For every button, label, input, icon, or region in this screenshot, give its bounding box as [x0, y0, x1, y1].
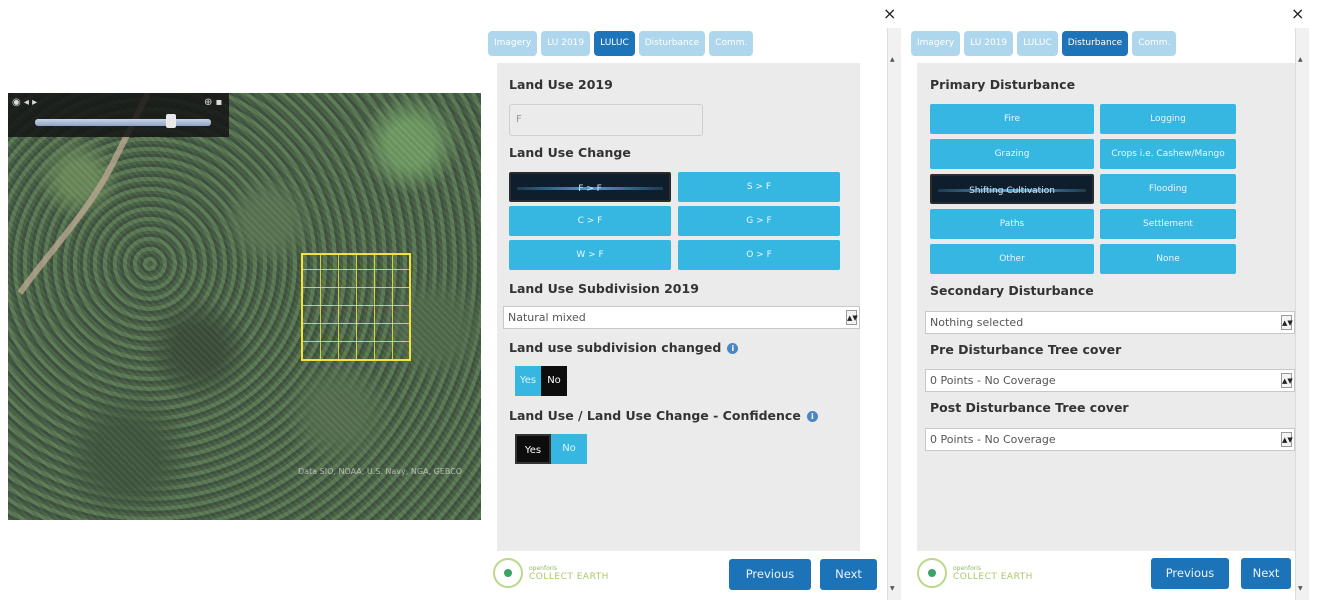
land-use-change-label: Land Use Change [509, 145, 631, 160]
close-icon[interactable]: × [1291, 4, 1304, 23]
dropdown-arrow-icon[interactable]: ▲▼ [1281, 432, 1293, 447]
dropdown-arrow-icon[interactable]: ▲▼ [1281, 315, 1293, 330]
secondary-disturbance-value: Nothing selected [930, 316, 1024, 329]
openforis-logo-icon [917, 558, 947, 588]
subdivision-changed-label: Land use subdivision changed i [509, 340, 739, 355]
map-navigation-control[interactable]: ◉ ◂ ▸ ⊕ ▪ [8, 93, 229, 137]
luc-option-f-f[interactable]: F > F [509, 172, 671, 202]
confidence-yes[interactable]: Yes [515, 434, 551, 464]
info-icon[interactable]: i [806, 411, 818, 422]
land-use-2019-label: Land Use 2019 [509, 77, 613, 92]
scroll-up-icon[interactable]: ▲ [890, 56, 895, 63]
disturbance-none[interactable]: None [1100, 244, 1236, 274]
disturbance-fire[interactable]: Fire [930, 104, 1094, 134]
zoom-icon[interactable]: ⊕ ▪ [204, 97, 222, 108]
land-use-2019-field[interactable]: F [509, 104, 703, 136]
post-tree-cover-label: Post Disturbance Tree cover [930, 400, 1129, 415]
close-icon[interactable]: × [883, 4, 896, 23]
tab-luluc[interactable]: LULUC [594, 31, 635, 56]
tab-comments[interactable]: Comm. [709, 31, 754, 56]
scroll-down-icon[interactable]: ▼ [1298, 585, 1303, 592]
zoom-slider-handle[interactable] [166, 114, 176, 128]
tab-bar: Imagery LU 2019 LULUC Disturbance Comm. [488, 31, 754, 56]
secondary-disturbance-label: Secondary Disturbance [930, 283, 1094, 298]
disturbance-flooding[interactable]: Flooding [1100, 174, 1236, 204]
tab-luluc[interactable]: LULUC [1017, 31, 1058, 56]
info-icon[interactable]: i [727, 343, 739, 354]
pre-tree-cover-label: Pre Disturbance Tree cover [930, 342, 1122, 357]
confidence-no[interactable]: No [551, 434, 587, 464]
dropdown-arrow-icon[interactable]: ▲▼ [1281, 373, 1293, 388]
secondary-disturbance-select[interactable]: Nothing selected ▲▼ [925, 311, 1295, 334]
subdivision-label: Land Use Subdivision 2019 [509, 281, 699, 296]
dropdown-arrow-icon[interactable]: ▲▼ [846, 310, 858, 325]
tab-imagery[interactable]: Imagery [911, 31, 961, 56]
luc-option-g-f[interactable]: G > F [678, 206, 840, 236]
tab-bar: Imagery LU 2019 LULUC Disturbance Comm. [911, 31, 1177, 56]
disturbance-other[interactable]: Other [930, 244, 1094, 274]
subdivision-changed-yes[interactable]: Yes [515, 366, 541, 396]
luc-option-w-f[interactable]: W > F [509, 240, 671, 270]
scrollbar[interactable]: ▲ ▼ [1295, 28, 1309, 600]
map-attribution: Data SIO, NOAA, U.S. Navy, NGA, GEBCO [298, 467, 463, 476]
scroll-down-icon[interactable]: ▼ [890, 585, 895, 592]
tab-disturbance[interactable]: Disturbance [1061, 31, 1129, 56]
next-button[interactable]: Next [1241, 558, 1291, 589]
scroll-up-icon[interactable]: ▲ [1298, 56, 1303, 63]
disturbance-logging[interactable]: Logging [1100, 104, 1236, 134]
logo-line1: openforis [953, 564, 982, 572]
post-tree-cover-value: 0 Points - No Coverage [930, 433, 1056, 446]
luluc-panel: × Imagery LU 2019 LULUC Disturbance Comm… [483, 0, 903, 606]
tab-disturbance[interactable]: Disturbance [638, 31, 706, 56]
luc-option-s-f[interactable]: S > F [678, 172, 840, 202]
openforis-logo-icon [493, 558, 523, 588]
tab-lu-2019[interactable]: LU 2019 [541, 31, 591, 56]
pre-tree-cover-value: 0 Points - No Coverage [930, 374, 1056, 387]
primary-disturbance-label: Primary Disturbance [930, 77, 1076, 92]
subdivision-select[interactable]: Natural mixed ▲▼ [503, 306, 860, 329]
disturbance-shifting-cultivation[interactable]: Shifting Cultivation [930, 174, 1094, 204]
post-tree-cover-select[interactable]: 0 Points - No Coverage ▲▼ [925, 428, 1295, 451]
disturbance-panel: × Imagery LU 2019 LULUC Disturbance Comm… [903, 0, 1315, 606]
map-nav-icon[interactable]: ◉ ◂ ▸ [12, 97, 37, 108]
logo-line2: COLLECT EARTH [529, 571, 609, 582]
logo-line2: COLLECT EARTH [953, 571, 1033, 582]
zoom-slider[interactable] [35, 119, 211, 126]
logo-line1: openforis [529, 564, 558, 572]
disturbance-paths[interactable]: Paths [930, 209, 1094, 239]
tab-lu-2019[interactable]: LU 2019 [964, 31, 1014, 56]
satellite-map[interactable]: ◉ ◂ ▸ ⊕ ▪ Data SIO, NOAA, U.S. Navy, NGA… [8, 93, 481, 520]
subdivision-value: Natural mixed [508, 311, 586, 324]
disturbance-settlement[interactable]: Settlement [1100, 209, 1236, 239]
form-body: Primary Disturbance Fire Logging Grazing… [917, 63, 1295, 551]
luc-option-c-f[interactable]: C > F [509, 206, 671, 236]
form-body: Land Use 2019 F Land Use Change F > F S … [497, 63, 860, 551]
disturbance-grazing[interactable]: Grazing [930, 139, 1094, 169]
collect-earth-logo: openforis COLLECT EARTH [917, 558, 1033, 588]
disturbance-crops[interactable]: Crops i.e. Cashew/Mango [1100, 139, 1236, 169]
previous-button[interactable]: Previous [1151, 558, 1229, 589]
next-button[interactable]: Next [820, 559, 877, 590]
luc-option-o-f[interactable]: O > F [678, 240, 840, 270]
subdivision-changed-no[interactable]: No [541, 366, 567, 396]
previous-button[interactable]: Previous [729, 559, 811, 590]
confidence-label: Land Use / Land Use Change - Confidence i [509, 408, 818, 423]
pre-tree-cover-select[interactable]: 0 Points - No Coverage ▲▼ [925, 369, 1295, 392]
tab-comments[interactable]: Comm. [1132, 31, 1177, 56]
scrollbar[interactable]: ▲ ▼ [887, 28, 901, 600]
collect-earth-logo: openforis COLLECT EARTH [493, 558, 609, 588]
tab-imagery[interactable]: Imagery [488, 31, 538, 56]
sample-plot-grid [301, 253, 411, 361]
